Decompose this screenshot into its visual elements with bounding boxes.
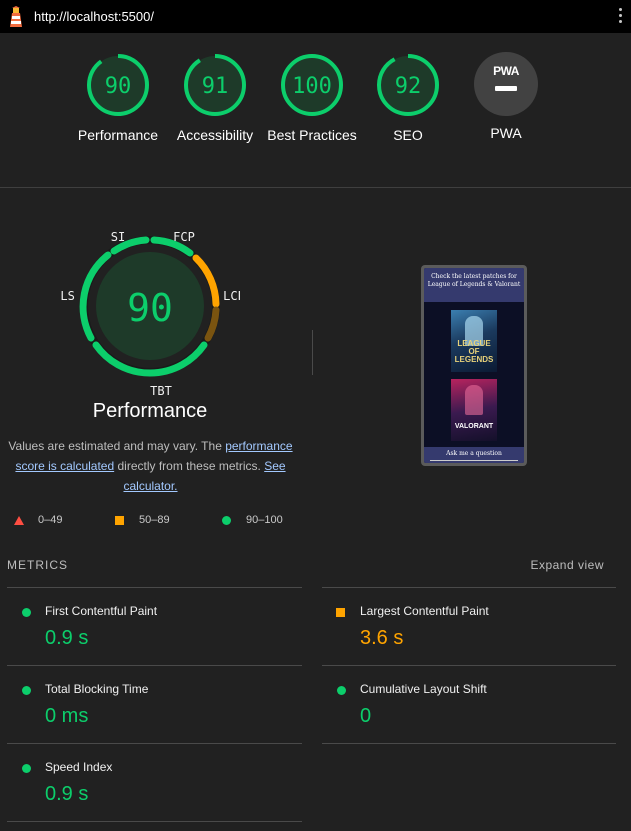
metric-label: Cumulative Layout Shift: [360, 682, 487, 696]
performance-detail-score: 90: [127, 286, 173, 330]
screenshot-question-bar: Ask me a question: [424, 447, 524, 463]
legend-fail: 0–49: [38, 514, 63, 526]
page-screenshot-thumbnail[interactable]: Check the latest patches for League of L…: [421, 265, 527, 466]
performance-description: Values are estimated and may vary. The p…: [8, 436, 293, 496]
performance-detail-gauge: 90 SI FCP LCP TBT CLS: [60, 230, 240, 398]
performance-title: Performance: [92, 400, 208, 422]
lol-logo-text: LEAGUE OF LEGENDS: [454, 339, 494, 364]
gauge-label-tbt: TBT: [150, 384, 172, 398]
valorant-image: VALORANT: [451, 379, 497, 441]
category-seo[interactable]: 92 SEO: [358, 52, 458, 145]
pwa-badge-icon: PWA: [474, 52, 538, 116]
valorant-logo-text: VALORANT: [454, 423, 494, 430]
fail-triangle-icon: [14, 516, 24, 525]
best-practices-score: 100: [292, 74, 332, 99]
average-square-icon: [336, 608, 345, 617]
accessibility-gauge: 91: [184, 54, 246, 116]
average-square-icon: [115, 516, 124, 525]
category-label: Performance: [77, 127, 159, 143]
category-label: SEO: [393, 127, 423, 143]
pass-circle-icon: [22, 608, 31, 617]
section-divider: [0, 187, 631, 188]
metric-value: 0: [360, 705, 372, 727]
legend-average: 50–89: [139, 514, 170, 526]
seo-gauge: 92: [377, 54, 439, 116]
performance-gauge: 90: [87, 54, 149, 116]
description-text: directly from these metrics.: [114, 459, 265, 473]
league-of-legends-image: LEAGUE OF LEGENDS: [451, 310, 497, 372]
category-best-practices[interactable]: 100 Best Practices: [262, 52, 362, 145]
kebab-menu-icon[interactable]: [617, 8, 623, 26]
metric-value: 0 ms: [45, 705, 89, 727]
gauge-label-lcp: LCP: [223, 289, 240, 303]
gauge-label-cls: CLS: [60, 289, 75, 303]
metric-divider: [322, 743, 616, 744]
metric-label: Largest Contentful Paint: [360, 604, 489, 618]
metric-value: 0.9 s: [45, 783, 89, 805]
metric-divider: [322, 665, 616, 666]
metric-label: Speed Index: [45, 760, 113, 774]
category-label: PWA: [490, 125, 522, 141]
best-practices-gauge: 100: [281, 54, 343, 116]
accessibility-score: 91: [202, 74, 229, 99]
pwa-dash-icon: [495, 86, 517, 91]
pwa-badge-text: PWA: [493, 64, 519, 78]
lighthouse-icon: [10, 6, 22, 27]
metric-divider: [7, 665, 302, 666]
seo-score: 92: [395, 74, 422, 99]
metric-divider: [7, 821, 302, 822]
pass-circle-icon: [22, 764, 31, 773]
metric-divider: [322, 587, 616, 588]
gauge-label-si: SI: [111, 230, 125, 244]
metric-label: First Contentful Paint: [45, 604, 158, 618]
metric-value: 0.9 s: [45, 627, 89, 649]
description-text: Values are estimated and may vary. The: [8, 439, 226, 453]
vertical-separator: [312, 330, 313, 375]
legend-pass: 90–100: [246, 514, 283, 526]
metric-value: 3.6 s: [360, 627, 404, 649]
metric-label: Total Blocking Time: [45, 682, 149, 696]
category-accessibility[interactable]: 91 Accessibility: [165, 52, 265, 145]
pass-circle-icon: [337, 686, 346, 695]
category-label: Accessibility: [176, 127, 254, 143]
metrics-heading: METRICS: [7, 558, 68, 572]
category-performance[interactable]: 90 Performance: [68, 52, 168, 145]
pass-circle-icon: [222, 516, 231, 525]
metric-divider: [7, 743, 302, 744]
screenshot-heading: Check the latest patches for League of L…: [424, 268, 524, 302]
browser-top-bar: http://localhost:5500/: [0, 0, 631, 33]
pass-circle-icon: [22, 686, 31, 695]
page-url[interactable]: http://localhost:5500/: [34, 9, 154, 24]
expand-view-button[interactable]: Expand view: [530, 558, 604, 572]
question-bar-text: Ask me a question: [446, 450, 502, 457]
performance-score: 90: [105, 74, 132, 99]
gauge-label-fcp: FCP: [173, 230, 195, 244]
category-label: Best Practices: [267, 127, 357, 143]
metric-divider: [7, 587, 302, 588]
category-pwa[interactable]: PWA PWA: [456, 52, 556, 143]
